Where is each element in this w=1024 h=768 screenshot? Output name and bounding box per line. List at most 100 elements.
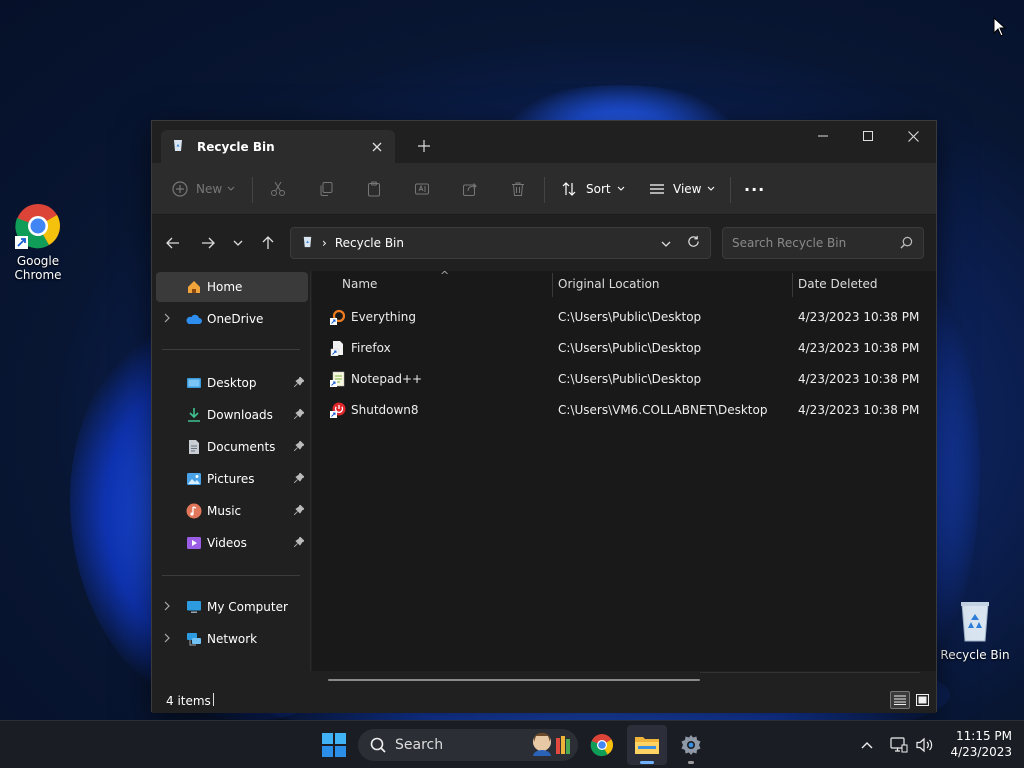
nav-item-music[interactable]: Music bbox=[156, 496, 308, 526]
nav-label: Network bbox=[207, 632, 258, 646]
taskbar-settings[interactable] bbox=[671, 725, 711, 765]
chevron-down-icon bbox=[233, 240, 243, 246]
nav-item-desktop[interactable]: Desktop bbox=[156, 368, 308, 398]
copy-icon bbox=[320, 182, 333, 196]
new-tab-button[interactable] bbox=[414, 136, 434, 156]
gear-icon bbox=[681, 735, 701, 755]
horizontal-scrollbar-thumb[interactable] bbox=[328, 679, 700, 681]
search-icon bbox=[370, 737, 386, 753]
status-bar: 4 items bbox=[152, 689, 936, 713]
item-count: 4 items bbox=[166, 694, 211, 708]
desktop-icon-recycle-bin[interactable]: Recycle Bin bbox=[937, 596, 1013, 662]
nav-label: Downloads bbox=[207, 408, 273, 422]
clock-time: 11:15 PM bbox=[956, 729, 1012, 743]
toolbar-divider bbox=[252, 177, 253, 203]
network-status-button[interactable] bbox=[890, 735, 908, 755]
nav-item-my-computer[interactable]: My Computer bbox=[156, 592, 308, 622]
thumbnail-view-button[interactable] bbox=[912, 691, 932, 709]
start-button[interactable] bbox=[314, 725, 354, 765]
delete-button[interactable] bbox=[510, 163, 526, 215]
breadcrumb-recycle-bin[interactable]: Recycle Bin bbox=[335, 236, 661, 250]
column-label: Date Deleted bbox=[798, 277, 878, 291]
computer-icon bbox=[186, 599, 202, 615]
notepadpp-icon bbox=[330, 371, 346, 387]
taskbar-clock[interactable]: 11:15 PM 4/23/2023 bbox=[944, 728, 1012, 760]
chevron-right-icon[interactable] bbox=[164, 312, 170, 326]
shutdown-icon bbox=[330, 402, 346, 418]
original-location: C:\Users\VM6.COLLABNET\Desktop bbox=[558, 403, 768, 417]
close-tab-icon[interactable] bbox=[369, 139, 385, 155]
nav-item-documents[interactable]: Documents bbox=[156, 432, 308, 462]
forward-button[interactable] bbox=[197, 233, 219, 253]
nav-item-onedrive[interactable]: OneDrive bbox=[156, 304, 308, 334]
nav-item-downloads[interactable]: Downloads bbox=[156, 400, 308, 430]
column-label: Original Location bbox=[558, 277, 660, 291]
more-options-button[interactable]: ··· bbox=[744, 163, 765, 215]
taskbar-file-explorer[interactable] bbox=[627, 725, 667, 765]
maximize-button[interactable] bbox=[845, 121, 891, 151]
chevron-right-icon[interactable] bbox=[164, 600, 170, 614]
date-deleted: 4/23/2023 10:38 PM bbox=[798, 403, 920, 417]
tab-recycle-bin[interactable]: Recycle Bin bbox=[161, 130, 395, 163]
taskbar-search[interactable]: Search bbox=[358, 729, 578, 761]
back-button[interactable] bbox=[162, 233, 184, 253]
table-row[interactable]: Notepad++ C:\Users\Public\Desktop 4/23/2… bbox=[320, 363, 928, 393]
show-hidden-icons-button[interactable] bbox=[861, 735, 873, 755]
everything-icon bbox=[330, 309, 346, 325]
minimize-button[interactable] bbox=[800, 121, 846, 151]
refresh-button[interactable] bbox=[687, 235, 700, 251]
nav-item-videos[interactable]: Videos bbox=[156, 528, 308, 558]
volume-button[interactable] bbox=[916, 735, 934, 755]
up-button[interactable] bbox=[257, 233, 279, 253]
chevron-right-icon[interactable] bbox=[164, 632, 170, 646]
mouse-cursor-icon bbox=[993, 16, 1007, 40]
new-button[interactable]: New bbox=[172, 163, 235, 215]
pin-icon bbox=[293, 440, 305, 454]
share-button[interactable] bbox=[462, 163, 478, 215]
column-header-date-deleted[interactable]: Date Deleted bbox=[798, 271, 928, 297]
pane-splitter[interactable] bbox=[310, 271, 311, 671]
search-icon[interactable] bbox=[900, 236, 913, 252]
desktop-folder-icon bbox=[186, 375, 202, 391]
column-divider[interactable] bbox=[552, 273, 553, 297]
pin-icon bbox=[293, 536, 305, 550]
nav-item-home[interactable]: Home bbox=[156, 272, 308, 302]
refresh-icon bbox=[688, 235, 699, 247]
nav-item-pictures[interactable]: Pictures bbox=[156, 464, 308, 494]
address-bar[interactable]: › Recycle Bin bbox=[290, 227, 711, 259]
rename-button[interactable] bbox=[414, 163, 430, 215]
recent-locations-button[interactable] bbox=[227, 233, 249, 253]
column-label: Name bbox=[342, 277, 378, 291]
tab-title: Recycle Bin bbox=[197, 139, 275, 154]
column-divider[interactable] bbox=[792, 273, 793, 297]
chrome-icon bbox=[590, 734, 613, 757]
details-view-icon bbox=[894, 695, 906, 705]
speaker-icon bbox=[916, 737, 933, 753]
maximize-icon bbox=[863, 131, 873, 141]
column-header-original-location[interactable]: Original Location bbox=[558, 271, 788, 297]
clipboard-icon bbox=[368, 181, 380, 197]
cut-button[interactable] bbox=[270, 163, 286, 215]
taskbar-chrome[interactable] bbox=[582, 725, 622, 765]
view-button[interactable]: View bbox=[649, 163, 715, 215]
nav-label: Documents bbox=[207, 440, 276, 454]
downloads-icon bbox=[186, 407, 202, 423]
network-icon bbox=[186, 631, 202, 647]
close-window-button[interactable] bbox=[890, 121, 936, 151]
recycle-bin-icon bbox=[171, 138, 185, 155]
table-row[interactable]: Firefox C:\Users\Public\Desktop 4/23/202… bbox=[320, 332, 928, 362]
scroll-track bbox=[700, 672, 920, 673]
details-view-button[interactable] bbox=[890, 691, 910, 709]
address-row: › Recycle Bin bbox=[152, 215, 936, 271]
paste-button[interactable] bbox=[366, 163, 382, 215]
table-row[interactable]: Everything C:\Users\Public\Desktop 4/23/… bbox=[320, 301, 928, 331]
desktop-icon-google-chrome[interactable]: Google Chrome bbox=[0, 202, 76, 282]
copy-button[interactable] bbox=[318, 163, 334, 215]
sort-button[interactable]: Sort bbox=[562, 163, 625, 215]
chevron-down-icon bbox=[708, 186, 715, 191]
pin-icon bbox=[293, 376, 305, 390]
address-dropdown-button[interactable] bbox=[661, 236, 671, 250]
nav-item-network[interactable]: Network bbox=[156, 624, 308, 654]
search-input[interactable] bbox=[723, 228, 893, 258]
table-row[interactable]: Shutdown8 C:\Users\VM6.COLLABNET\Desktop… bbox=[320, 394, 928, 424]
